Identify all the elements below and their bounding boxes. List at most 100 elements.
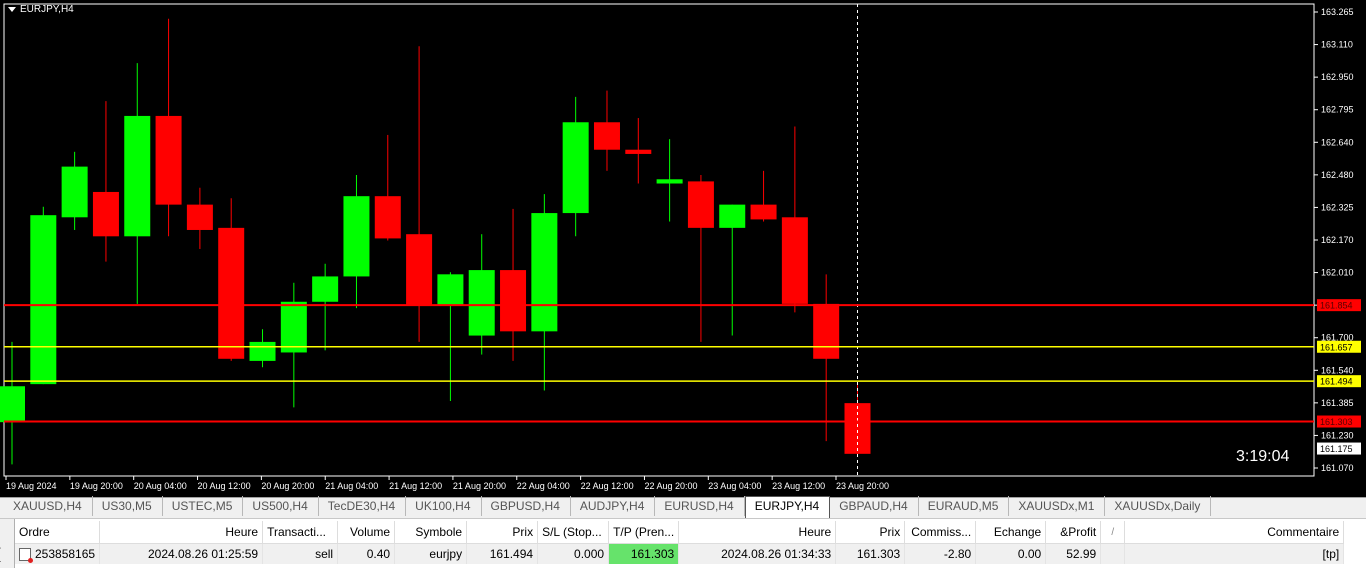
price-label: 161.175 bbox=[1320, 444, 1353, 454]
y-axis-label: 161.230 bbox=[1321, 430, 1354, 440]
bullish-candle[interactable] bbox=[468, 270, 495, 336]
col-header-sort-icon[interactable]: / bbox=[1100, 521, 1126, 544]
bearish-candle[interactable] bbox=[406, 234, 433, 306]
col-header-commentaire[interactable]: Commentaire bbox=[1124, 521, 1345, 544]
x-axis-label: 20 Aug 04:00 bbox=[134, 481, 187, 491]
x-axis-label: 22 Aug 04:00 bbox=[517, 481, 570, 491]
y-axis-label: 161.540 bbox=[1321, 365, 1354, 375]
x-axis-label: 19 Aug 2024 bbox=[6, 481, 57, 491]
price-label: 161.657 bbox=[1320, 342, 1353, 352]
terminal-side-label: inal bbox=[0, 519, 15, 568]
chart-tab-ustec-m5[interactable]: USTEC,M5 bbox=[163, 496, 244, 516]
bearish-candle[interactable] bbox=[687, 181, 714, 228]
bearish-candle[interactable] bbox=[813, 303, 840, 359]
cell-prix: 161.494 bbox=[466, 543, 539, 564]
col-header-echange[interactable]: Echange bbox=[975, 521, 1047, 544]
x-axis-label: 23 Aug 04:00 bbox=[708, 481, 761, 491]
price-label: 161.303 bbox=[1320, 417, 1353, 427]
bar-countdown-timer: 3:19:04 bbox=[1236, 448, 1290, 465]
bearish-candle[interactable] bbox=[374, 196, 401, 239]
chart-tab-gbpaud-h4[interactable]: GBPAUD,H4 bbox=[830, 496, 919, 516]
cell-tp: 161.303 bbox=[608, 543, 680, 564]
col-header-prix-close[interactable]: Prix bbox=[835, 521, 906, 544]
y-axis-label: 162.010 bbox=[1321, 268, 1354, 278]
bearish-candle[interactable] bbox=[500, 270, 527, 332]
bullish-candle[interactable] bbox=[437, 274, 464, 306]
x-axis-label: 21 Aug 12:00 bbox=[389, 481, 442, 491]
x-axis-label: 21 Aug 20:00 bbox=[453, 481, 506, 491]
chart-tab-audjpy-h4[interactable]: AUDJPY,H4 bbox=[571, 496, 656, 516]
table-row[interactable]: 253858165 2024.08.26 01:25:59 sell 0.40 … bbox=[15, 543, 1345, 564]
chart-tab-eurusd-h4[interactable]: EURUSD,H4 bbox=[655, 496, 745, 516]
x-axis-label: 22 Aug 12:00 bbox=[581, 481, 634, 491]
bullish-candle[interactable] bbox=[531, 213, 558, 332]
col-header-profit[interactable]: &Profit bbox=[1045, 521, 1102, 544]
chart-tab-us500-h4[interactable]: US500,H4 bbox=[243, 496, 319, 516]
cell-heure: 2024.08.26 01:25:59 bbox=[99, 543, 264, 564]
chart-tab-us30-m5[interactable]: US30,M5 bbox=[93, 496, 163, 516]
chart-title[interactable]: EURJPY,H4 bbox=[8, 4, 74, 15]
chart-tabs-bar: XAUUSD,H4 US30,M5 USTEC,M5 US500,H4 TecDE30,… bbox=[0, 496, 1366, 519]
bearish-candle[interactable] bbox=[155, 115, 182, 205]
chart-tab-xauusdx-daily[interactable]: XAUUSDx,Daily bbox=[1105, 496, 1212, 516]
cell-commentaire: [tp] bbox=[1124, 543, 1345, 564]
chart-area[interactable]: 163.265 163.110 162.950 162.795 162.640 162.4… bbox=[0, 0, 1366, 497]
bearish-candle[interactable] bbox=[844, 403, 871, 454]
y-axis-label: 161.070 bbox=[1321, 463, 1354, 473]
closed-order-icon bbox=[19, 548, 33, 564]
candlestick-chart[interactable]: 163.265 163.110 162.950 162.795 162.640 162.4… bbox=[0, 0, 1366, 497]
chart-symbol-label: EURJPY,H4 bbox=[20, 4, 74, 15]
bullish-candle[interactable] bbox=[312, 276, 339, 302]
col-header-heure-close[interactable]: Heure bbox=[678, 521, 837, 544]
y-axis-label: 162.950 bbox=[1321, 72, 1354, 82]
chart-tab-tecde30-h4[interactable]: TecDE30,H4 bbox=[319, 496, 407, 516]
col-header-tp[interactable]: T/P (Pren... bbox=[608, 521, 680, 544]
bullish-candle[interactable] bbox=[562, 122, 589, 214]
chart-tab-gbpusd-h4[interactable]: GBPUSD,H4 bbox=[482, 496, 571, 516]
bearish-candle[interactable] bbox=[625, 149, 652, 154]
cell-volume: 0.40 bbox=[337, 543, 396, 564]
bullish-candle[interactable] bbox=[30, 215, 57, 385]
col-header-sl[interactable]: S/L (Stop... bbox=[537, 521, 610, 544]
chart-tab-xauusd-h4[interactable]: XAUUSD,H4 bbox=[4, 496, 93, 516]
y-axis-label: 161.385 bbox=[1321, 398, 1354, 408]
chart-menu-triangle-icon[interactable] bbox=[8, 7, 16, 12]
cell-echange: 0.00 bbox=[975, 543, 1047, 564]
chart-tab-euraud-m5[interactable]: EURAUD,M5 bbox=[919, 496, 1010, 516]
bullish-candle[interactable] bbox=[343, 196, 370, 277]
bearish-candle[interactable] bbox=[186, 204, 213, 230]
col-header-heure[interactable]: Heure bbox=[99, 521, 264, 544]
cell-symbole: eurjpy bbox=[394, 543, 468, 564]
y-axis-label: 162.480 bbox=[1321, 170, 1354, 180]
bullish-candle[interactable] bbox=[656, 179, 683, 184]
bearish-candle[interactable] bbox=[218, 227, 245, 359]
price-label: 161.854 bbox=[1320, 301, 1353, 311]
chart-tab-uk100-h4[interactable]: UK100,H4 bbox=[406, 496, 482, 516]
col-header-transaction[interactable]: Transacti... bbox=[262, 521, 339, 544]
col-header-ordre[interactable]: Ordre bbox=[15, 521, 101, 544]
col-header-commission[interactable]: Commiss... bbox=[904, 521, 977, 544]
bearish-candle[interactable] bbox=[593, 122, 620, 150]
bearish-candle[interactable] bbox=[781, 217, 808, 304]
x-axis-label: 20 Aug 12:00 bbox=[198, 481, 251, 491]
y-axis-label: 162.640 bbox=[1321, 137, 1354, 147]
bullish-candle[interactable] bbox=[124, 115, 151, 237]
col-header-symbole[interactable]: Symbole bbox=[394, 521, 468, 544]
x-axis-label: 19 Aug 20:00 bbox=[70, 481, 123, 491]
cell-ordre: 253858165 bbox=[15, 543, 101, 564]
bullish-candle[interactable] bbox=[280, 301, 307, 353]
chart-tab-xauusdx-m1[interactable]: XAUUSDx,M1 bbox=[1009, 496, 1106, 516]
cell-profit: 52.99 bbox=[1045, 543, 1102, 564]
price-label: 161.494 bbox=[1320, 377, 1353, 387]
col-header-volume[interactable]: Volume bbox=[337, 521, 396, 544]
bullish-candle[interactable] bbox=[719, 204, 746, 228]
col-header-prix[interactable]: Prix bbox=[466, 521, 539, 544]
plot-frame bbox=[3, 3, 1315, 477]
bearish-candle[interactable] bbox=[92, 191, 119, 237]
chart-tab-eurjpy-h4[interactable]: EURJPY,H4 bbox=[744, 496, 831, 518]
bullish-candle[interactable] bbox=[0, 386, 25, 423]
bullish-candle[interactable] bbox=[61, 166, 88, 218]
bearish-candle[interactable] bbox=[750, 204, 777, 220]
bullish-candle[interactable] bbox=[249, 341, 276, 361]
cell-sl: 0.000 bbox=[537, 543, 610, 564]
